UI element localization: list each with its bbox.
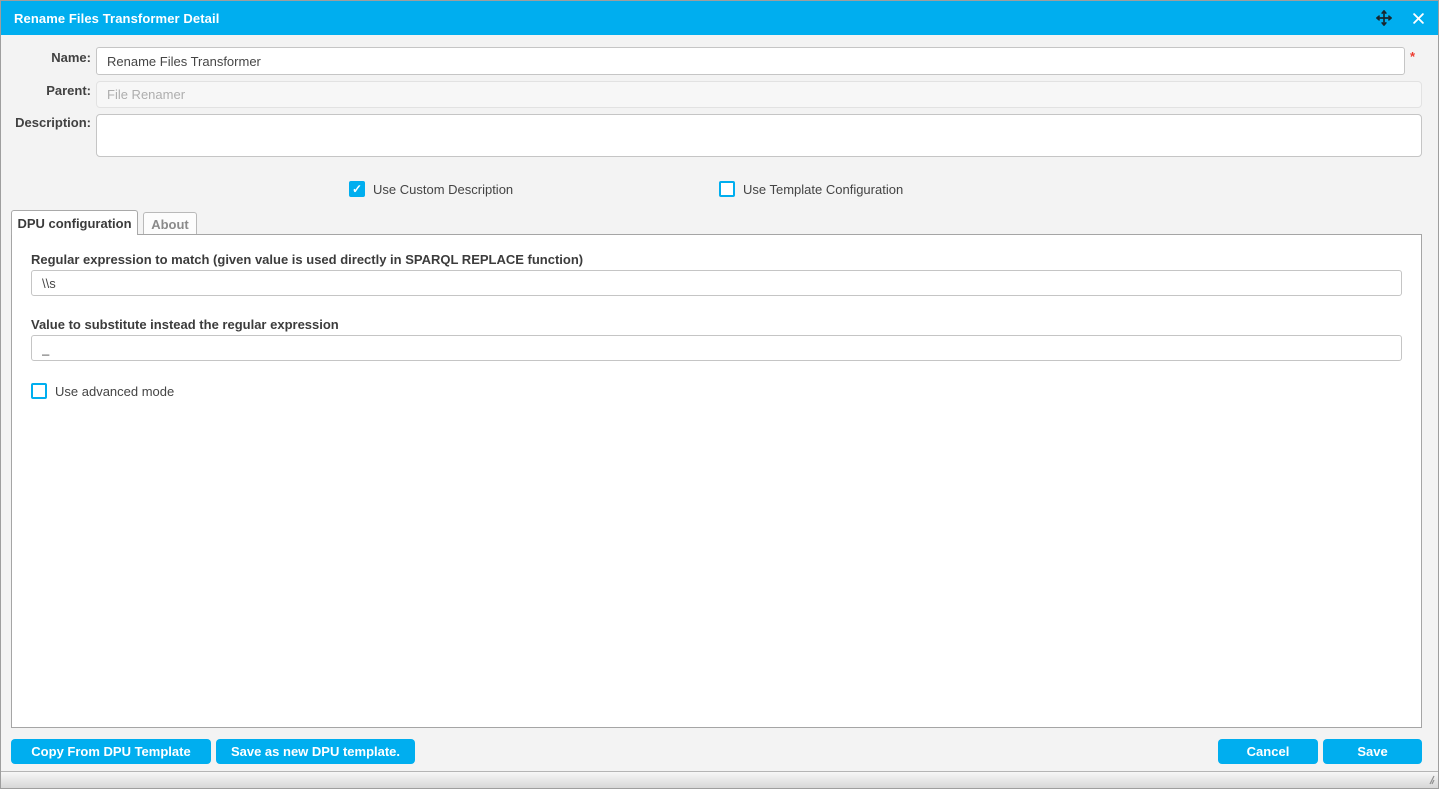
- checkbox-unchecked-icon: [31, 383, 47, 399]
- move-icon[interactable]: [1374, 8, 1394, 28]
- use-template-configuration-label: Use Template Configuration: [743, 182, 903, 197]
- save-button[interactable]: Save: [1323, 739, 1422, 764]
- name-label: Name:: [3, 50, 91, 65]
- use-custom-description-checkbox[interactable]: ✓ Use Custom Description: [349, 181, 513, 197]
- substitute-value-input[interactable]: [31, 335, 1402, 361]
- dpu-configuration-panel: [11, 234, 1422, 728]
- close-icon[interactable]: [1408, 8, 1428, 28]
- parent-label: Parent:: [3, 83, 91, 98]
- checkbox-unchecked-icon: [719, 181, 735, 197]
- tab-dpu-configuration[interactable]: DPU configuration: [11, 210, 138, 235]
- tab-about[interactable]: About: [143, 212, 197, 235]
- use-custom-description-label: Use Custom Description: [373, 182, 513, 197]
- use-advanced-mode-checkbox[interactable]: Use advanced mode: [31, 383, 174, 399]
- tab-about-label: About: [151, 217, 189, 232]
- status-bar: [1, 771, 1438, 788]
- save-as-new-dpu-template-button[interactable]: Save as new DPU template.: [216, 739, 415, 764]
- regex-input[interactable]: [31, 270, 1402, 296]
- dialog-window: Rename Files Transformer Detail: [0, 0, 1439, 789]
- name-input[interactable]: [96, 47, 1405, 75]
- copy-from-dpu-template-button[interactable]: Copy From DPU Template: [11, 739, 211, 764]
- dialog-titlebar[interactable]: Rename Files Transformer Detail: [1, 1, 1438, 35]
- use-advanced-mode-label: Use advanced mode: [55, 384, 174, 399]
- resize-grip-icon[interactable]: [1423, 773, 1435, 785]
- dialog-title: Rename Files Transformer Detail: [1, 11, 219, 26]
- parent-field: File Renamer: [96, 81, 1422, 108]
- description-label: Description:: [3, 115, 91, 130]
- substitute-value-label: Value to substitute instead the regular …: [31, 317, 339, 332]
- use-template-configuration-checkbox[interactable]: Use Template Configuration: [719, 181, 903, 197]
- cancel-button[interactable]: Cancel: [1218, 739, 1318, 764]
- description-input[interactable]: [96, 114, 1422, 157]
- checkbox-checked-icon: ✓: [349, 181, 365, 197]
- name-required-marker: *: [1410, 49, 1415, 64]
- tab-dpu-configuration-label: DPU configuration: [17, 216, 131, 231]
- regex-label: Regular expression to match (given value…: [31, 252, 583, 267]
